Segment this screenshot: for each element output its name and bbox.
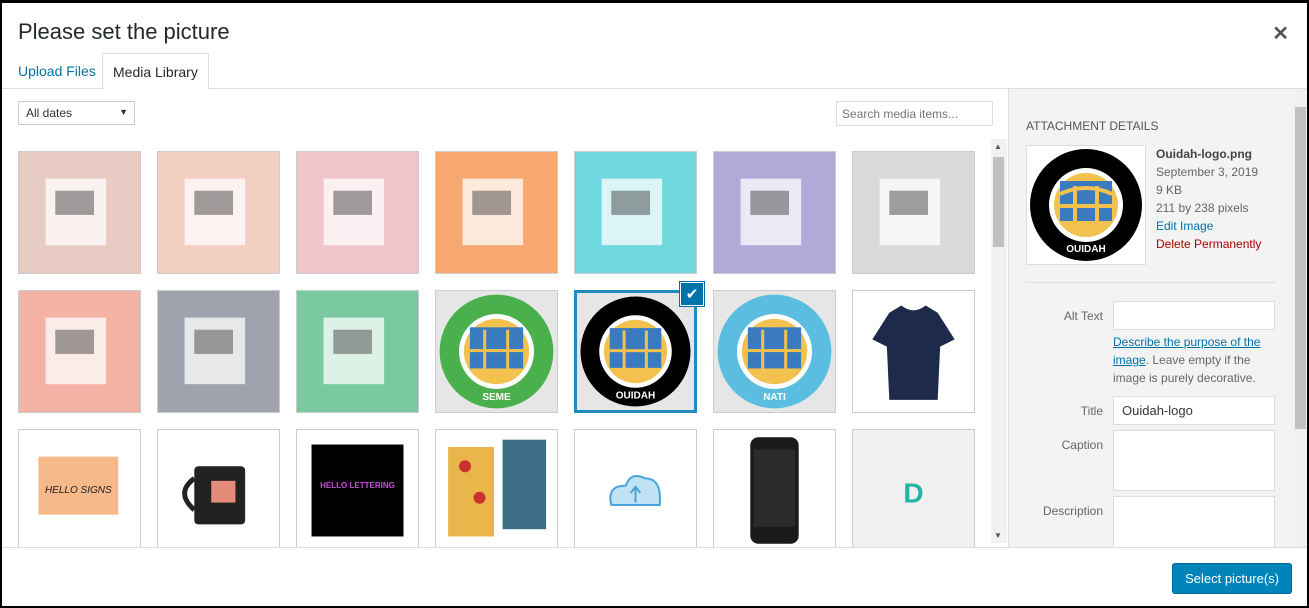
sidebar-scrollbar[interactable] bbox=[1293, 89, 1307, 547]
attachment-thumbnail-5[interactable] bbox=[574, 151, 697, 274]
media-modal: Please set the picture ✕ Upload Files Me… bbox=[2, 3, 1307, 606]
select-picture-button[interactable]: Select picture(s) bbox=[1172, 563, 1292, 594]
attachment-thumbnail-13[interactable]: NATI bbox=[713, 290, 836, 413]
attachment-filesize: 9 KB bbox=[1156, 183, 1183, 197]
thumbnail-image bbox=[448, 439, 547, 537]
thumbnail-image bbox=[184, 317, 246, 385]
thumbnail-image: D bbox=[903, 478, 923, 509]
close-icon[interactable]: ✕ bbox=[1272, 21, 1289, 46]
d-logo-text: D bbox=[903, 478, 923, 509]
attachment-info: Ouidah-logo.png September 3, 2019 9 KB 2… bbox=[1156, 145, 1261, 253]
attachment-thumbnail-20[interactable] bbox=[713, 429, 836, 547]
attachment-thumbnail-11[interactable]: SEME bbox=[435, 290, 558, 413]
attachment-thumbnail-9[interactable] bbox=[157, 290, 280, 413]
thumbnail-image bbox=[872, 305, 955, 400]
title-label: Title bbox=[1080, 404, 1103, 418]
scroll-up-icon[interactable]: ▲ bbox=[994, 142, 1002, 151]
attachment-thumbnail-15[interactable]: HELLO SIGNS bbox=[18, 429, 141, 547]
delete-permanently-link[interactable]: Delete Permanently bbox=[1156, 235, 1261, 253]
description-field[interactable] bbox=[1113, 496, 1275, 547]
divider bbox=[1026, 282, 1276, 283]
edit-image-link[interactable]: Edit Image bbox=[1156, 217, 1261, 235]
thumbnail-image bbox=[462, 178, 524, 246]
attachment-thumbnail-7[interactable] bbox=[852, 151, 975, 274]
thumbnail-image bbox=[601, 178, 663, 246]
attachment-thumbnail-12[interactable]: OUIDAH bbox=[574, 290, 697, 413]
thumbnail-image bbox=[740, 178, 802, 246]
thumbnail-image bbox=[609, 475, 662, 507]
caption-field[interactable] bbox=[1113, 430, 1275, 491]
thumbnail-image bbox=[323, 178, 385, 246]
attachment-thumbnail-6[interactable] bbox=[713, 151, 836, 274]
attachments-grid: SEME OUIDAH ✔ NATI HELLO SIGNS HELLO LET… bbox=[18, 151, 988, 547]
thumbnail-image bbox=[45, 178, 107, 246]
attachment-thumbnail-1[interactable] bbox=[18, 151, 141, 274]
thumbnail-image: NATI bbox=[714, 291, 835, 412]
attachment-thumbnail-4[interactable] bbox=[435, 151, 558, 274]
attachment-thumbnail-3[interactable] bbox=[296, 151, 419, 274]
thumbnail-image: SEME bbox=[436, 291, 557, 412]
scrollbar-thumb[interactable] bbox=[993, 157, 1004, 247]
scroll-down-icon[interactable]: ▼ bbox=[994, 531, 1002, 540]
thumbnail-image bbox=[879, 178, 941, 246]
tab-upload-files[interactable]: Upload Files bbox=[8, 53, 106, 89]
grid-scrollbar[interactable]: ▲ ▼ bbox=[991, 139, 1007, 543]
attachment-details-sidebar: Attachment Details OUIDAH Ouidah-logo.pn… bbox=[1008, 89, 1307, 547]
thumbnail-image: OUIDAH bbox=[577, 293, 694, 410]
caption-label: Caption bbox=[1061, 438, 1103, 452]
attachment-thumbnail-10[interactable] bbox=[296, 290, 419, 413]
logo-text: SEME bbox=[482, 392, 511, 403]
thumbnail-image: HELLO LETTERING bbox=[311, 444, 404, 537]
thumbnail-image bbox=[182, 466, 246, 525]
media-browser: All dates ▼ Search media items... SEME O… bbox=[2, 89, 1008, 547]
attachment-thumbnail-17[interactable]: HELLO LETTERING bbox=[296, 429, 419, 547]
modal-title: Please set the picture bbox=[18, 19, 230, 44]
modal-footer: Select picture(s) bbox=[2, 547, 1307, 606]
thumbnail-logo-label: OUIDAH bbox=[1066, 244, 1105, 255]
alt-text-label: Alt Text bbox=[1063, 309, 1103, 323]
lettering-text: HELLO LETTERING bbox=[320, 481, 395, 490]
thumbnail-image bbox=[323, 317, 385, 385]
attachment-date: September 3, 2019 bbox=[1156, 165, 1259, 179]
attachment-details-heading: Attachment Details bbox=[1026, 119, 1159, 133]
attachment-thumbnail-14[interactable] bbox=[852, 290, 975, 413]
attachment-thumbnail-16[interactable] bbox=[157, 429, 280, 547]
logo-text: OUIDAH bbox=[616, 390, 655, 401]
selected-check-icon[interactable]: ✔ bbox=[680, 282, 704, 306]
ouidah-logo-icon: OUIDAH bbox=[1030, 149, 1142, 261]
attachment-thumbnail-19[interactable] bbox=[574, 429, 697, 547]
date-filter-select[interactable]: All dates ▼ bbox=[18, 101, 135, 125]
date-filter-value: All dates bbox=[26, 106, 73, 120]
description-label: Description bbox=[1042, 504, 1103, 518]
thumbnail-image bbox=[45, 317, 107, 385]
logo-text: NATI bbox=[763, 392, 786, 403]
attachment-thumbnail-21[interactable]: D bbox=[852, 429, 975, 547]
thumbnail-image bbox=[184, 178, 246, 246]
scrollbar-thumb[interactable] bbox=[1295, 107, 1306, 429]
thumbnail-image: HELLO SIGNS bbox=[38, 456, 119, 515]
alt-text-help: Describe the purpose of the image. Leave… bbox=[1113, 333, 1278, 387]
attachment-thumbnail-2[interactable] bbox=[157, 151, 280, 274]
thumbnail-image bbox=[750, 437, 799, 544]
search-input[interactable] bbox=[836, 101, 993, 126]
tab-bar: Upload Files Media Library bbox=[2, 53, 1307, 90]
alt-text-field[interactable] bbox=[1113, 301, 1275, 330]
attachment-filename: Ouidah-logo.png bbox=[1156, 147, 1252, 161]
title-field[interactable] bbox=[1113, 396, 1275, 425]
attachment-thumbnail-8[interactable] bbox=[18, 290, 141, 413]
attachment-thumbnail: OUIDAH bbox=[1026, 145, 1146, 265]
signs-text: HELLO SIGNS bbox=[45, 485, 112, 496]
chevron-down-icon: ▼ bbox=[119, 107, 128, 117]
tab-media-library[interactable]: Media Library bbox=[102, 53, 209, 90]
attachment-dimensions: 211 by 238 pixels bbox=[1156, 201, 1249, 215]
attachment-thumbnail-18[interactable] bbox=[435, 429, 558, 547]
